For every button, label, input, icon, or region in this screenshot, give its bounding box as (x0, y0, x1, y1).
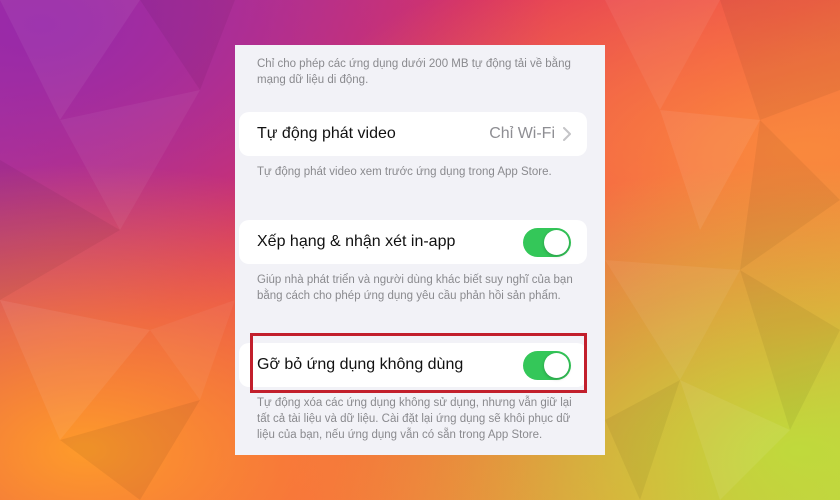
autoplay-video-footer: Tự động phát video xem trước ứng dụng tr… (257, 166, 552, 178)
in-app-ratings-toggle[interactable] (523, 227, 571, 257)
autoplay-video-row[interactable]: Tự động phát video Chỉ Wi-Fi (239, 112, 587, 156)
cellular-download-footer: Chỉ cho phép các ứng dụng dưới 200 MB tự… (257, 58, 571, 86)
autoplay-video-value: Chỉ Wi-Fi (489, 125, 555, 142)
in-app-ratings-row: Xếp hạng & nhận xét in-app (239, 220, 587, 264)
settings-panel: Chỉ cho phép các ứng dụng dưới 200 MB tự… (235, 45, 605, 455)
in-app-ratings-label: Xếp hạng & nhận xét in-app (257, 233, 456, 250)
chevron-right-icon (563, 127, 571, 141)
highlight-box (250, 333, 587, 393)
toggle-knob (544, 229, 569, 255)
autoplay-video-label: Tự động phát video (257, 125, 396, 142)
in-app-ratings-footer: Giúp nhà phát triển và người dùng khác b… (257, 274, 573, 302)
offload-apps-footer: Tự động xóa các ứng dụng không sử dụng, … (257, 397, 572, 441)
